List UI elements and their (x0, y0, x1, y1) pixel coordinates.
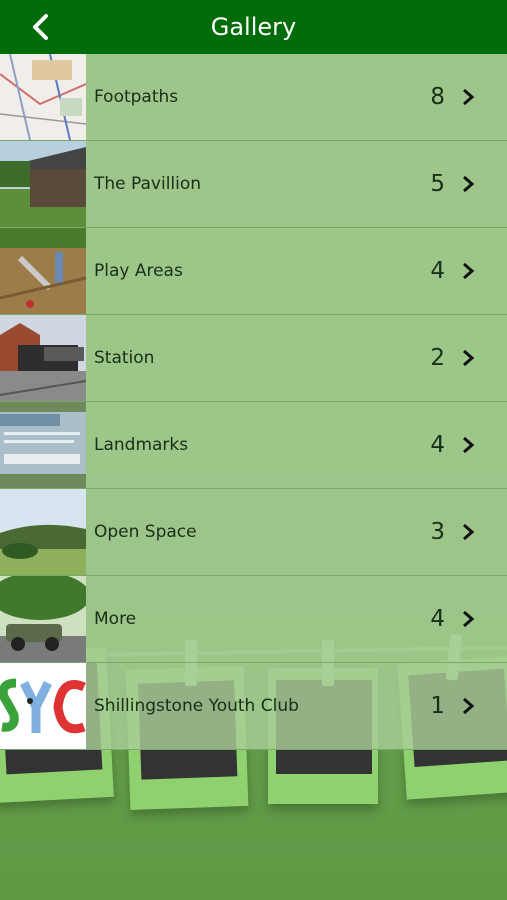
chevron-right-icon (463, 349, 475, 367)
list-item[interactable]: Shillingstone Youth Club 1 (0, 663, 507, 750)
station-thumbnail (0, 315, 86, 401)
item-label: Shillingstone Youth Club (94, 696, 299, 716)
list-item[interactable]: Open Space 3 (0, 489, 507, 576)
item-count: 5 (430, 171, 445, 197)
vintage-car-thumbnail (0, 576, 86, 662)
item-label: The Pavillion (94, 174, 202, 194)
page-title: Gallery (210, 13, 297, 41)
chevron-right-icon (463, 610, 475, 628)
chevron-right-icon (463, 262, 475, 280)
chevron-right-icon (463, 175, 475, 193)
item-count: 8 (430, 84, 445, 110)
play-area-thumbnail (0, 228, 86, 314)
pavilion-thumbnail (0, 141, 86, 227)
app-header: Gallery (0, 0, 507, 54)
list-item[interactable]: Footpaths 8 (0, 54, 507, 141)
chevron-right-icon (463, 88, 475, 106)
open-space-thumbnail (0, 489, 86, 575)
chevron-left-icon[interactable] (26, 10, 56, 44)
list-item[interactable]: Station 2 (0, 315, 507, 402)
item-label: Footpaths (94, 87, 179, 107)
map-thumbnail (0, 54, 86, 140)
syc-logo-thumbnail (0, 663, 86, 749)
list-item[interactable]: Landmarks 4 (0, 402, 507, 489)
item-label: Open Space (94, 522, 197, 542)
item-count: 4 (430, 606, 445, 632)
item-count: 3 (430, 519, 445, 545)
gallery-list: Footpaths 8 The Pavillion 5 Play Areas 4… (0, 54, 507, 750)
item-label: More (94, 609, 137, 629)
item-count: 4 (430, 258, 445, 284)
trailway-sign-thumbnail (0, 402, 86, 488)
item-count: 4 (430, 432, 445, 458)
item-count: 1 (430, 693, 445, 719)
item-label: Play Areas (94, 261, 183, 281)
chevron-right-icon (463, 436, 475, 454)
list-item[interactable]: Play Areas 4 (0, 228, 507, 315)
list-item[interactable]: The Pavillion 5 (0, 141, 507, 228)
list-item[interactable]: More 4 (0, 576, 507, 663)
item-count: 2 (430, 345, 445, 371)
chevron-right-icon (463, 523, 475, 541)
item-label: Landmarks (94, 435, 189, 455)
chevron-right-icon (463, 697, 475, 715)
item-label: Station (94, 348, 155, 368)
